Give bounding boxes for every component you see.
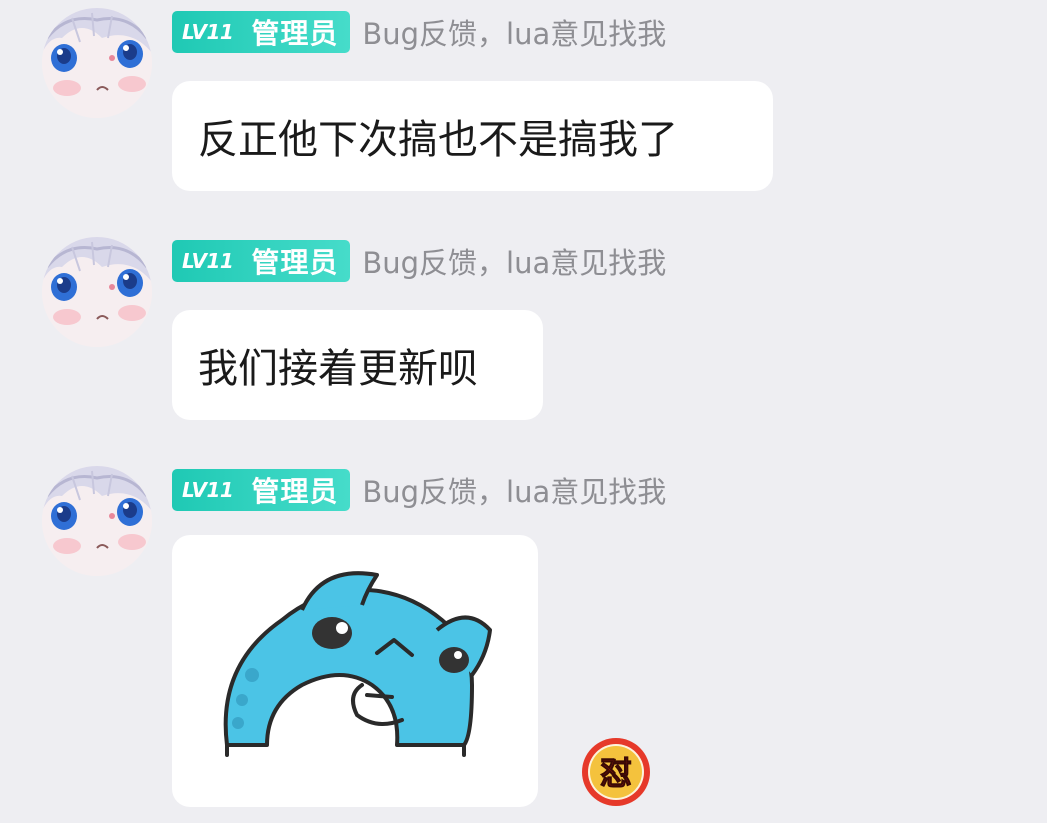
anime-avatar-icon: [42, 237, 152, 347]
anime-avatar-icon: [42, 466, 152, 576]
message-text: 我们接着更新呗: [198, 346, 478, 392]
level-label: LV11: [182, 249, 234, 273]
reaction-label: 怼: [600, 754, 632, 792]
avatar[interactable]: [42, 237, 152, 347]
level-label: LV11: [182, 20, 234, 44]
sender-title: Bug反馈，lua意见找我: [362, 17, 667, 51]
avatar[interactable]: [42, 466, 152, 576]
avatar[interactable]: [42, 8, 152, 118]
level-badge: LV11 管理员: [172, 240, 351, 282]
role-label: 管理员: [251, 246, 339, 279]
sender-title: Bug反馈，lua意见找我: [362, 246, 667, 280]
role-label: 管理员: [251, 17, 339, 50]
level-badge: LV11 管理员: [172, 469, 351, 511]
sender-meta: LV11 管理员 Bug反馈，lua意见找我: [172, 468, 666, 512]
anime-avatar-icon: [42, 8, 152, 118]
sender-meta: LV11 管理员 Bug反馈，lua意见找我: [172, 239, 666, 283]
sender-meta: LV11 管理员 Bug反馈，lua意见找我: [172, 10, 666, 54]
message-bubble[interactable]: 我们接着更新呗: [172, 310, 543, 420]
level-badge: LV11 管理员: [172, 11, 351, 53]
message-text: 反正他下次搞也不是搞我了: [198, 117, 678, 163]
dui-reaction-badge[interactable]: 怼: [580, 736, 652, 808]
dui-reaction-icon: 怼: [582, 738, 650, 806]
sticker-bubble[interactable]: [172, 535, 538, 807]
blue-cat-thinking-sticker: [223, 571, 492, 757]
role-label: 管理员: [251, 475, 339, 508]
level-label: LV11: [182, 478, 234, 502]
sender-title: Bug反馈，lua意见找我: [362, 475, 667, 509]
message-bubble[interactable]: 反正他下次搞也不是搞我了: [172, 81, 773, 191]
